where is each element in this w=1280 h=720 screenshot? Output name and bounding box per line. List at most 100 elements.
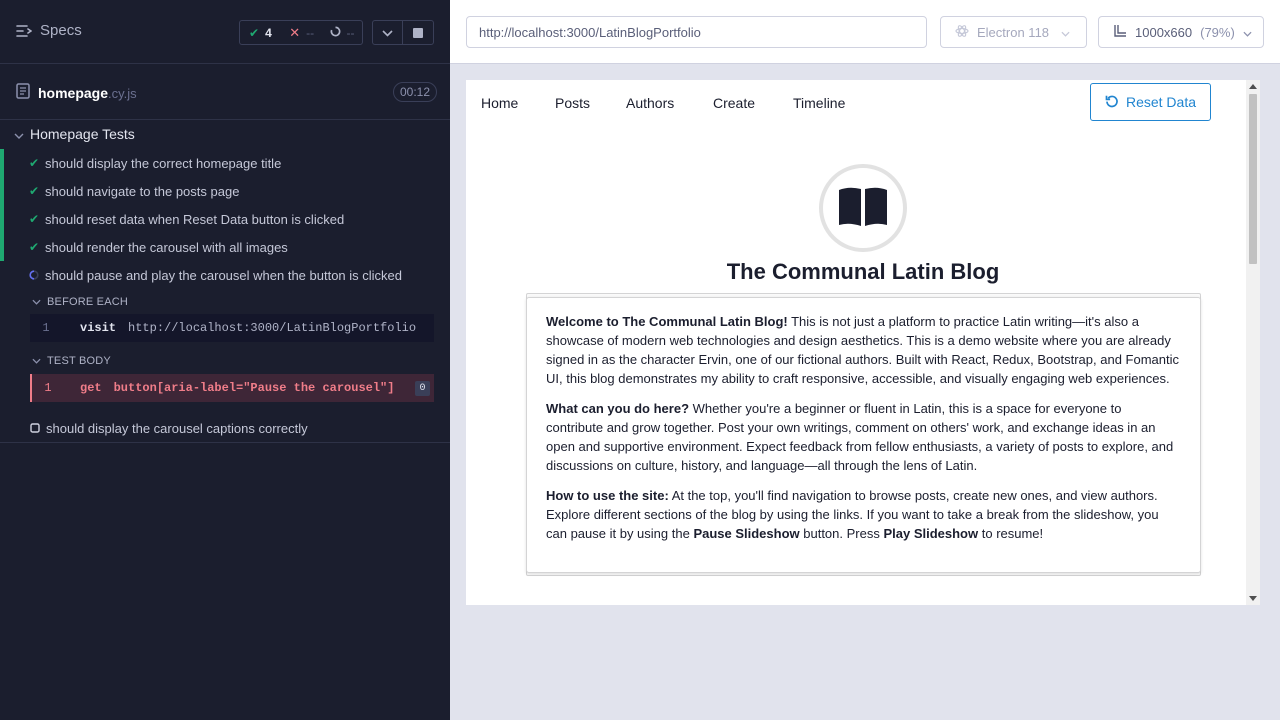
stop-icon xyxy=(413,27,423,38)
chevron-down-icon xyxy=(14,126,24,142)
hook-label: TEST BODY xyxy=(47,355,111,367)
chevron-down-icon xyxy=(382,24,393,42)
nav-authors[interactable]: Authors xyxy=(626,95,674,111)
howto-text: button. Press xyxy=(799,526,884,541)
viewport-size: 1000x660 xyxy=(1135,24,1193,40)
check-icon: ✔ xyxy=(28,240,40,254)
test-stats: ✔ 4 ✕ -- -- xyxy=(239,20,363,45)
pause-slideshow-ref: Pause Slideshow xyxy=(693,526,800,541)
intro-card: Welcome to The Communal Latin Blog! This… xyxy=(526,297,1201,573)
command-argument: http://localhost:3000/LatinBlogPortfolio xyxy=(128,321,417,335)
runner-controls xyxy=(372,20,434,45)
nav-posts[interactable]: Posts xyxy=(555,95,590,111)
command-get[interactable]: 1 get button[aria-label="Pause the carou… xyxy=(30,374,434,402)
zoom-level: (79%) xyxy=(1200,24,1235,40)
app-frame: Home Posts Authors Create Timeline Reset… xyxy=(466,80,1260,605)
check-icon: ✔ xyxy=(249,25,260,40)
howto-heading: How to use the site: xyxy=(546,488,669,503)
book-logo xyxy=(819,164,907,252)
command-name: visit xyxy=(80,321,117,335)
scroll-down-icon[interactable] xyxy=(1249,596,1257,601)
undo-icon xyxy=(1105,94,1119,111)
test-label: should reset data when Reset Data button… xyxy=(45,211,345,227)
test-item[interactable]: ✔ should reset data when Reset Data butt… xyxy=(0,205,450,233)
pending-count: -- xyxy=(346,25,355,40)
check-icon: ✔ xyxy=(28,184,40,198)
hook-label: BEFORE EACH xyxy=(47,296,129,308)
scroll-up-icon[interactable] xyxy=(1249,84,1257,89)
book-icon xyxy=(837,184,889,233)
blog-title: The Communal Latin Blog xyxy=(726,259,1000,284)
test-label: should display the correct homepage titl… xyxy=(45,155,282,171)
ruler-icon xyxy=(1113,24,1127,41)
passed-count: 4 xyxy=(265,25,272,40)
test-item[interactable]: ✔ should render the carousel with all im… xyxy=(0,233,450,261)
browser-selector[interactable]: Electron 118 xyxy=(940,16,1087,48)
nav-create[interactable]: Create xyxy=(713,95,755,111)
passed-stat: ✔ 4 xyxy=(240,26,280,40)
chevron-down-icon xyxy=(1243,25,1252,40)
spec-file[interactable]: homepage.cy.js xyxy=(16,83,137,104)
nav-timeline[interactable]: Timeline xyxy=(793,95,845,111)
preview-toolbar: http://localhost:3000/LatinBlogPortfolio… xyxy=(450,0,1280,64)
electron-icon xyxy=(955,24,969,41)
viewport-selector[interactable]: 1000x660 (79%) xyxy=(1098,16,1264,48)
what-paragraph: What can you do here? Whether you're a b… xyxy=(546,399,1181,475)
scroll-thumb[interactable] xyxy=(1249,94,1257,264)
nav-home[interactable]: Home xyxy=(481,95,518,111)
howto-text: to resume! xyxy=(978,526,1044,541)
test-item-pending[interactable]: should display the carousel captions cor… xyxy=(0,414,450,442)
failed-stat: ✕ -- xyxy=(280,25,320,41)
running-spinner-icon xyxy=(27,270,41,280)
intro-card-stack: Welcome to The Communal Latin Blog! This… xyxy=(526,293,1201,576)
app-preview: http://localhost:3000/LatinBlogPortfolio… xyxy=(450,0,1280,720)
command-argument: button[aria-label="Pause the carousel"] xyxy=(113,381,395,395)
reset-label: Reset Data xyxy=(1125,94,1197,110)
spinner-icon xyxy=(330,26,341,40)
file-icon xyxy=(16,83,30,104)
command-line-number: 1 xyxy=(44,381,52,395)
auto-scroll-toggle[interactable] xyxy=(373,21,403,44)
pending-stat: -- xyxy=(321,26,361,40)
command-visit[interactable]: 1 visit http://localhost:3000/LatinBlogP… xyxy=(30,314,434,342)
url-bar[interactable]: http://localhost:3000/LatinBlogPortfolio xyxy=(466,16,927,48)
stop-button[interactable] xyxy=(403,21,433,44)
test-label: should render the carousel with all imag… xyxy=(45,239,288,255)
reset-data-button[interactable]: Reset Data xyxy=(1090,83,1211,121)
what-heading: What can you do here? xyxy=(546,401,690,416)
browser-label: Electron 118 xyxy=(977,24,1050,40)
test-label: should display the carousel captions cor… xyxy=(46,420,308,436)
chevron-down-icon xyxy=(32,355,41,367)
test-label: should pause and play the carousel when … xyxy=(45,267,403,283)
play-slideshow-ref: Play Slideshow xyxy=(883,526,979,541)
spec-header: homepage.cy.js 00:12 xyxy=(0,64,450,120)
top-nav: Home Posts Authors Create Timeline Reset… xyxy=(466,80,1246,125)
chevron-down-icon xyxy=(1061,25,1070,40)
cross-icon: ✕ xyxy=(289,24,301,40)
welcome-heading: Welcome to The Communal Latin Blog! xyxy=(546,314,788,329)
before-each-hook[interactable]: BEFORE EACH xyxy=(32,296,128,308)
test-item-running[interactable]: should pause and play the carousel when … xyxy=(0,261,450,289)
divider xyxy=(0,442,450,443)
spec-name: homepage xyxy=(38,84,109,101)
pending-checkbox-icon xyxy=(28,423,42,433)
specs-button[interactable]: Specs xyxy=(16,22,82,39)
test-item[interactable]: ✔ should display the correct homepage ti… xyxy=(0,149,450,177)
command-name: get xyxy=(80,381,102,395)
command-log-panel: Specs ✔ 4 ✕ -- -- homepage.cy.js 00:12 H… xyxy=(0,0,450,720)
test-item[interactable]: ✔ should navigate to the posts page xyxy=(0,177,450,205)
spec-extension: .cy.js xyxy=(108,85,137,101)
test-body-hook[interactable]: TEST BODY xyxy=(32,355,111,367)
suite-title[interactable]: Homepage Tests xyxy=(14,126,135,142)
check-icon: ✔ xyxy=(28,156,40,170)
check-icon: ✔ xyxy=(28,212,40,226)
howto-paragraph: How to use the site: At the top, you'll … xyxy=(546,486,1181,543)
welcome-paragraph: Welcome to The Communal Latin Blog! This… xyxy=(546,312,1181,388)
app-scrollbar[interactable] xyxy=(1246,80,1260,605)
runner-header: Specs ✔ 4 ✕ -- -- xyxy=(0,0,450,64)
spec-duration: 00:12 xyxy=(393,82,438,102)
specs-list-icon xyxy=(16,24,32,38)
failed-count: -- xyxy=(306,25,315,40)
command-line-number: 1 xyxy=(42,321,50,335)
suite-label: Homepage Tests xyxy=(30,126,135,142)
